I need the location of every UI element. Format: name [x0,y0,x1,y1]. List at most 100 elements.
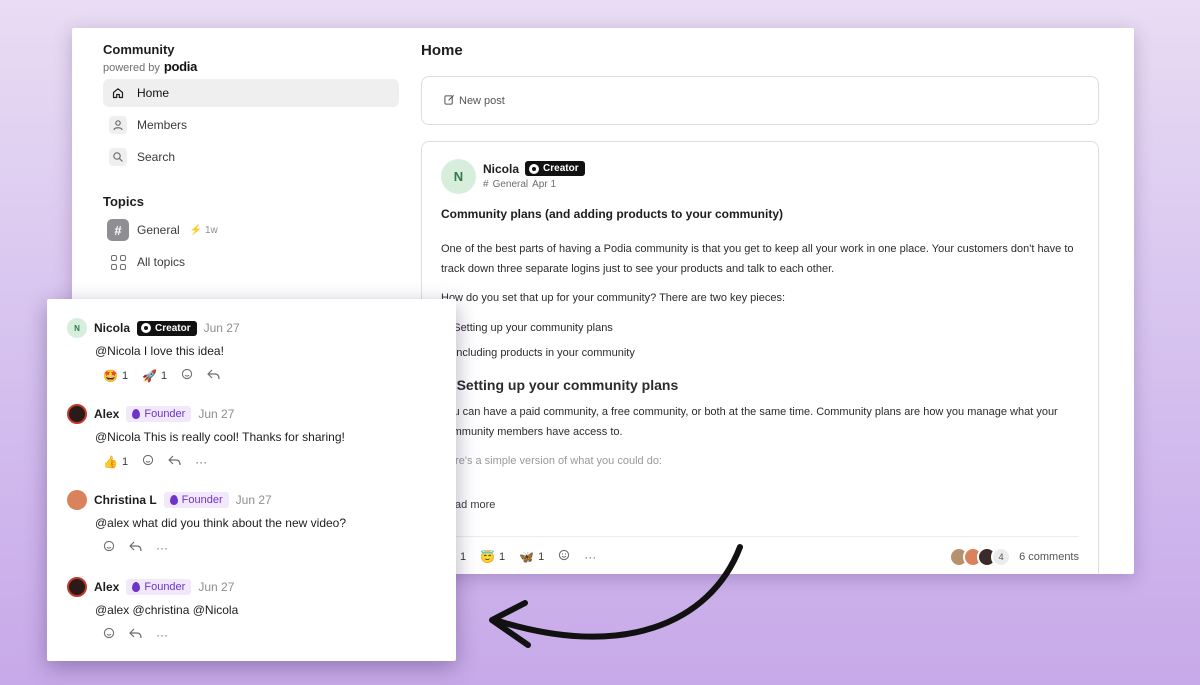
comment-date: Jun 27 [198,580,235,594]
reply-icon[interactable] [207,369,220,383]
creator-icon [141,323,152,333]
founder-badge: Founder [126,579,192,595]
list-item: 2. Including products in your community [441,347,635,359]
creator-icon [529,163,540,174]
post-body: One of the best parts of having a Podia … [441,240,1081,482]
creator-badge: Creator [525,161,585,176]
edit-icon [444,94,455,108]
more-options-icon[interactable]: ··· [156,628,168,642]
comment: Christina L Founder Jun 27 @alex what di… [67,490,447,555]
comment-text: @Nicola I love this idea! [95,344,224,358]
home-icon [109,84,127,102]
founder-badge: Founder [163,492,229,508]
comment-actions: 👍 1 ··· [103,454,447,469]
post-list: 1. Setting up your community plans 2. In… [441,319,1081,364]
podia-logo: podia [163,59,198,74]
comment-header: Alex Founder Jun 27 [67,404,447,424]
new-post-label: New post [459,94,505,107]
add-reaction-icon[interactable] [142,454,154,469]
main-content: Home New post N Nicola Creator # General… [421,28,1101,574]
comment-date: Jun 27 [203,321,240,335]
comment-date: Jun 27 [198,407,235,421]
comment-header: Alex Founder Jun 27 [67,577,447,597]
comment-header: N Nicola Creator Jun 27 [67,318,447,338]
user-icon [109,116,127,134]
list-item: 1. Setting up your community plans [441,321,613,334]
avatar[interactable]: N [67,318,87,338]
reaction-button[interactable]: 👍 1 [103,455,128,469]
comment-actions: ··· [103,627,447,642]
pin-icon [132,582,141,592]
topic-label: All topics [137,255,186,269]
search-icon [109,148,127,166]
comment-header: Christina L Founder Jun 27 [67,490,447,510]
post-topic[interactable]: General [493,179,529,190]
more-options-icon[interactable]: ··· [195,455,207,469]
comment-actions: ··· [103,540,447,555]
add-reaction-icon[interactable] [181,368,193,383]
topics-list: # General ⚡ 1w All topics [103,216,399,280]
powered-by-label: powered by [103,62,160,74]
sidebar-item-label: Members [137,118,188,132]
brand[interactable]: Community powered by podia [103,42,197,74]
comment: N Nicola Creator Jun 27 @Nicola I love t… [67,318,447,383]
comment-author[interactable]: Christina L [94,493,157,507]
post-heading: 1. Setting up your community plans [441,376,679,393]
topics-heading: Topics [103,194,144,209]
topic-general[interactable]: # General ⚡ 1w [103,216,399,244]
reaction-button[interactable]: 🤩1 [103,369,128,383]
avatar[interactable] [67,577,87,597]
reaction-button[interactable]: 🚀 1 [142,369,167,383]
add-reaction-icon[interactable] [103,627,115,642]
avatar[interactable] [67,404,87,424]
post-paragraph: One of the best parts of having a Podia … [441,243,1074,275]
sidebar-item-members[interactable]: Members [103,111,399,139]
reply-icon[interactable] [168,455,181,469]
comment-text: @alex what did you think about the new v… [95,516,347,530]
grid-icon [107,251,129,273]
post-paragraph: You can have a paid community, a free co… [441,406,1058,438]
comment-text: @Nicola This is really cool! Thanks for … [95,430,345,444]
sidebar-item-label: Search [137,150,176,164]
commenter-avatars[interactable]: 4 6 comments [949,546,1079,567]
pin-icon [132,409,141,419]
avatar[interactable] [67,490,87,510]
comment: Alex Founder Jun 27 @alex @christina @Ni… [67,577,447,642]
post-date: Apr 1 [532,179,557,190]
comment-author[interactable]: Alex [94,407,119,421]
post-paragraph: How do you set that up for your communit… [441,292,786,304]
post-meta: # General Apr 1 [483,179,556,190]
hash-icon: # [483,179,489,190]
reply-icon[interactable] [129,628,142,642]
comment-text: @alex @christina @Nicola [95,603,239,617]
powered-by: powered by podia [103,59,197,74]
extra-commenters-count: 4 [991,546,1012,567]
post-paragraph-faded: Here's a simple version of what you coul… [441,455,662,467]
page-title: Home [421,42,463,59]
comment-author[interactable]: Alex [94,580,119,594]
comments-count[interactable]: 6 comments [1019,551,1079,563]
avatar[interactable]: N [441,159,476,194]
comment-author[interactable]: Nicola [94,321,130,335]
sidebar-item-home[interactable]: Home [103,79,399,107]
pin-icon [169,495,178,505]
sidebar-item-search[interactable]: Search [103,143,399,171]
comment: Alex Founder Jun 27 @Nicola This is real… [67,404,447,469]
topic-activity: ⚡ 1w [189,224,218,236]
post-author: Nicola Creator [483,161,585,176]
sidebar-item-label: Home [137,86,170,100]
new-post-button[interactable]: New post [421,76,1099,125]
reply-icon[interactable] [129,541,142,555]
comments-panel: N Nicola Creator Jun 27 @Nicola I love t… [47,299,456,661]
topic-label: General [137,223,180,237]
founder-badge: Founder [126,406,192,422]
add-reaction-icon[interactable] [103,540,115,555]
arrow-icon [489,544,743,648]
topic-all[interactable]: All topics [103,248,399,276]
comment-date: Jun 27 [235,493,272,507]
author-name[interactable]: Nicola [483,162,519,176]
sidebar-nav: Home Members Search [103,79,399,175]
community-name: Community [103,42,175,57]
post-title[interactable]: Community plans (and adding products to … [441,207,783,221]
more-options-icon[interactable]: ··· [156,541,168,555]
